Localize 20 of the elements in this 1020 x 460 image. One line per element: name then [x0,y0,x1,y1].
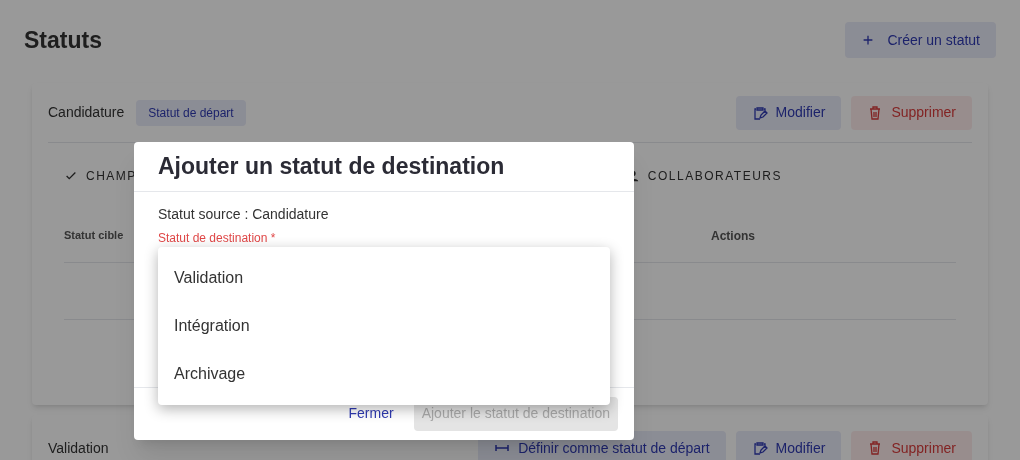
field-label: Statut de destination * [158,231,277,245]
dropdown-option[interactable]: Validation [158,254,610,302]
delete-button[interactable]: Supprimer [851,431,972,460]
column-header: Actions [711,227,755,245]
clipboard-pencil-icon [751,440,768,456]
delete-button[interactable]: Supprimer [851,95,972,130]
column-header: Statut cible [64,228,124,244]
tab[interactable]: CHAMP [64,167,137,185]
edit-button[interactable]: Modifier [735,431,842,460]
edit-button[interactable]: Modifier [735,95,842,130]
create-status-button[interactable]: Créer un statut [845,22,996,58]
status-name: Candidature [48,103,125,122]
status-name: Validation [48,438,109,458]
dropdown-option[interactable]: Intégration [158,302,610,350]
dialog-title: Ajouter un statut de destination [134,142,634,192]
page-title: Statuts [24,25,102,55]
source-status-text: Statut source : Candidature [158,205,330,224]
start-status-badge: Statut de départ [136,99,246,126]
dropdown-option[interactable]: Archivage [158,350,610,398]
clipboard-pencil-icon [751,104,768,121]
